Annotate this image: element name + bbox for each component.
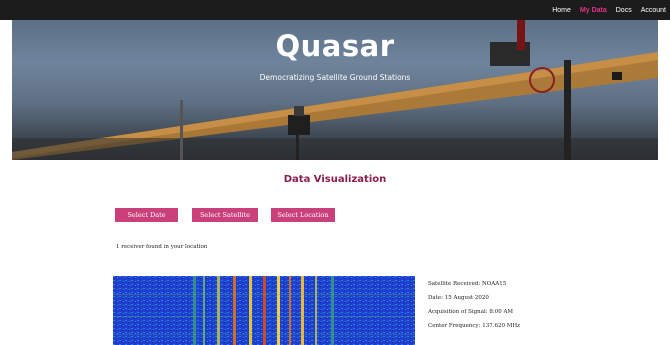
nav-account[interactable]: Account bbox=[641, 7, 666, 14]
satellite-received-text: Satellite Received: NOAA15 bbox=[428, 281, 507, 287]
main-nav: Home My Data Docs Account bbox=[552, 0, 666, 20]
hero-title: Quasar bbox=[275, 29, 395, 63]
hero-subtitle: Democratizing Satellite Ground Stations bbox=[259, 73, 411, 82]
receiver-count-text: 1 receiver found in your location bbox=[116, 244, 208, 250]
acquisition-signal-text: Acquisition of Signal: 8:00 AM bbox=[428, 309, 514, 315]
center-frequency-text: Center Frequency: 137.620 MHz bbox=[428, 323, 521, 329]
waterfall-svg bbox=[113, 276, 415, 345]
select-satellite-button[interactable]: Select Satellite bbox=[192, 208, 258, 222]
nav-home[interactable]: Home bbox=[552, 7, 571, 14]
select-date-button[interactable]: Select Date bbox=[115, 208, 178, 222]
section-title: Data Visualization bbox=[283, 174, 387, 185]
select-location-button[interactable]: Select Location bbox=[271, 208, 335, 222]
nav-my-data[interactable]: My Data bbox=[580, 7, 607, 14]
date-text: Date: 15 August 2020 bbox=[428, 295, 489, 301]
nav-docs[interactable]: Docs bbox=[616, 7, 632, 14]
signal-waterfall-image bbox=[113, 276, 415, 345]
hero-banner: Quasar Democratizing Satellite Ground St… bbox=[12, 20, 658, 160]
